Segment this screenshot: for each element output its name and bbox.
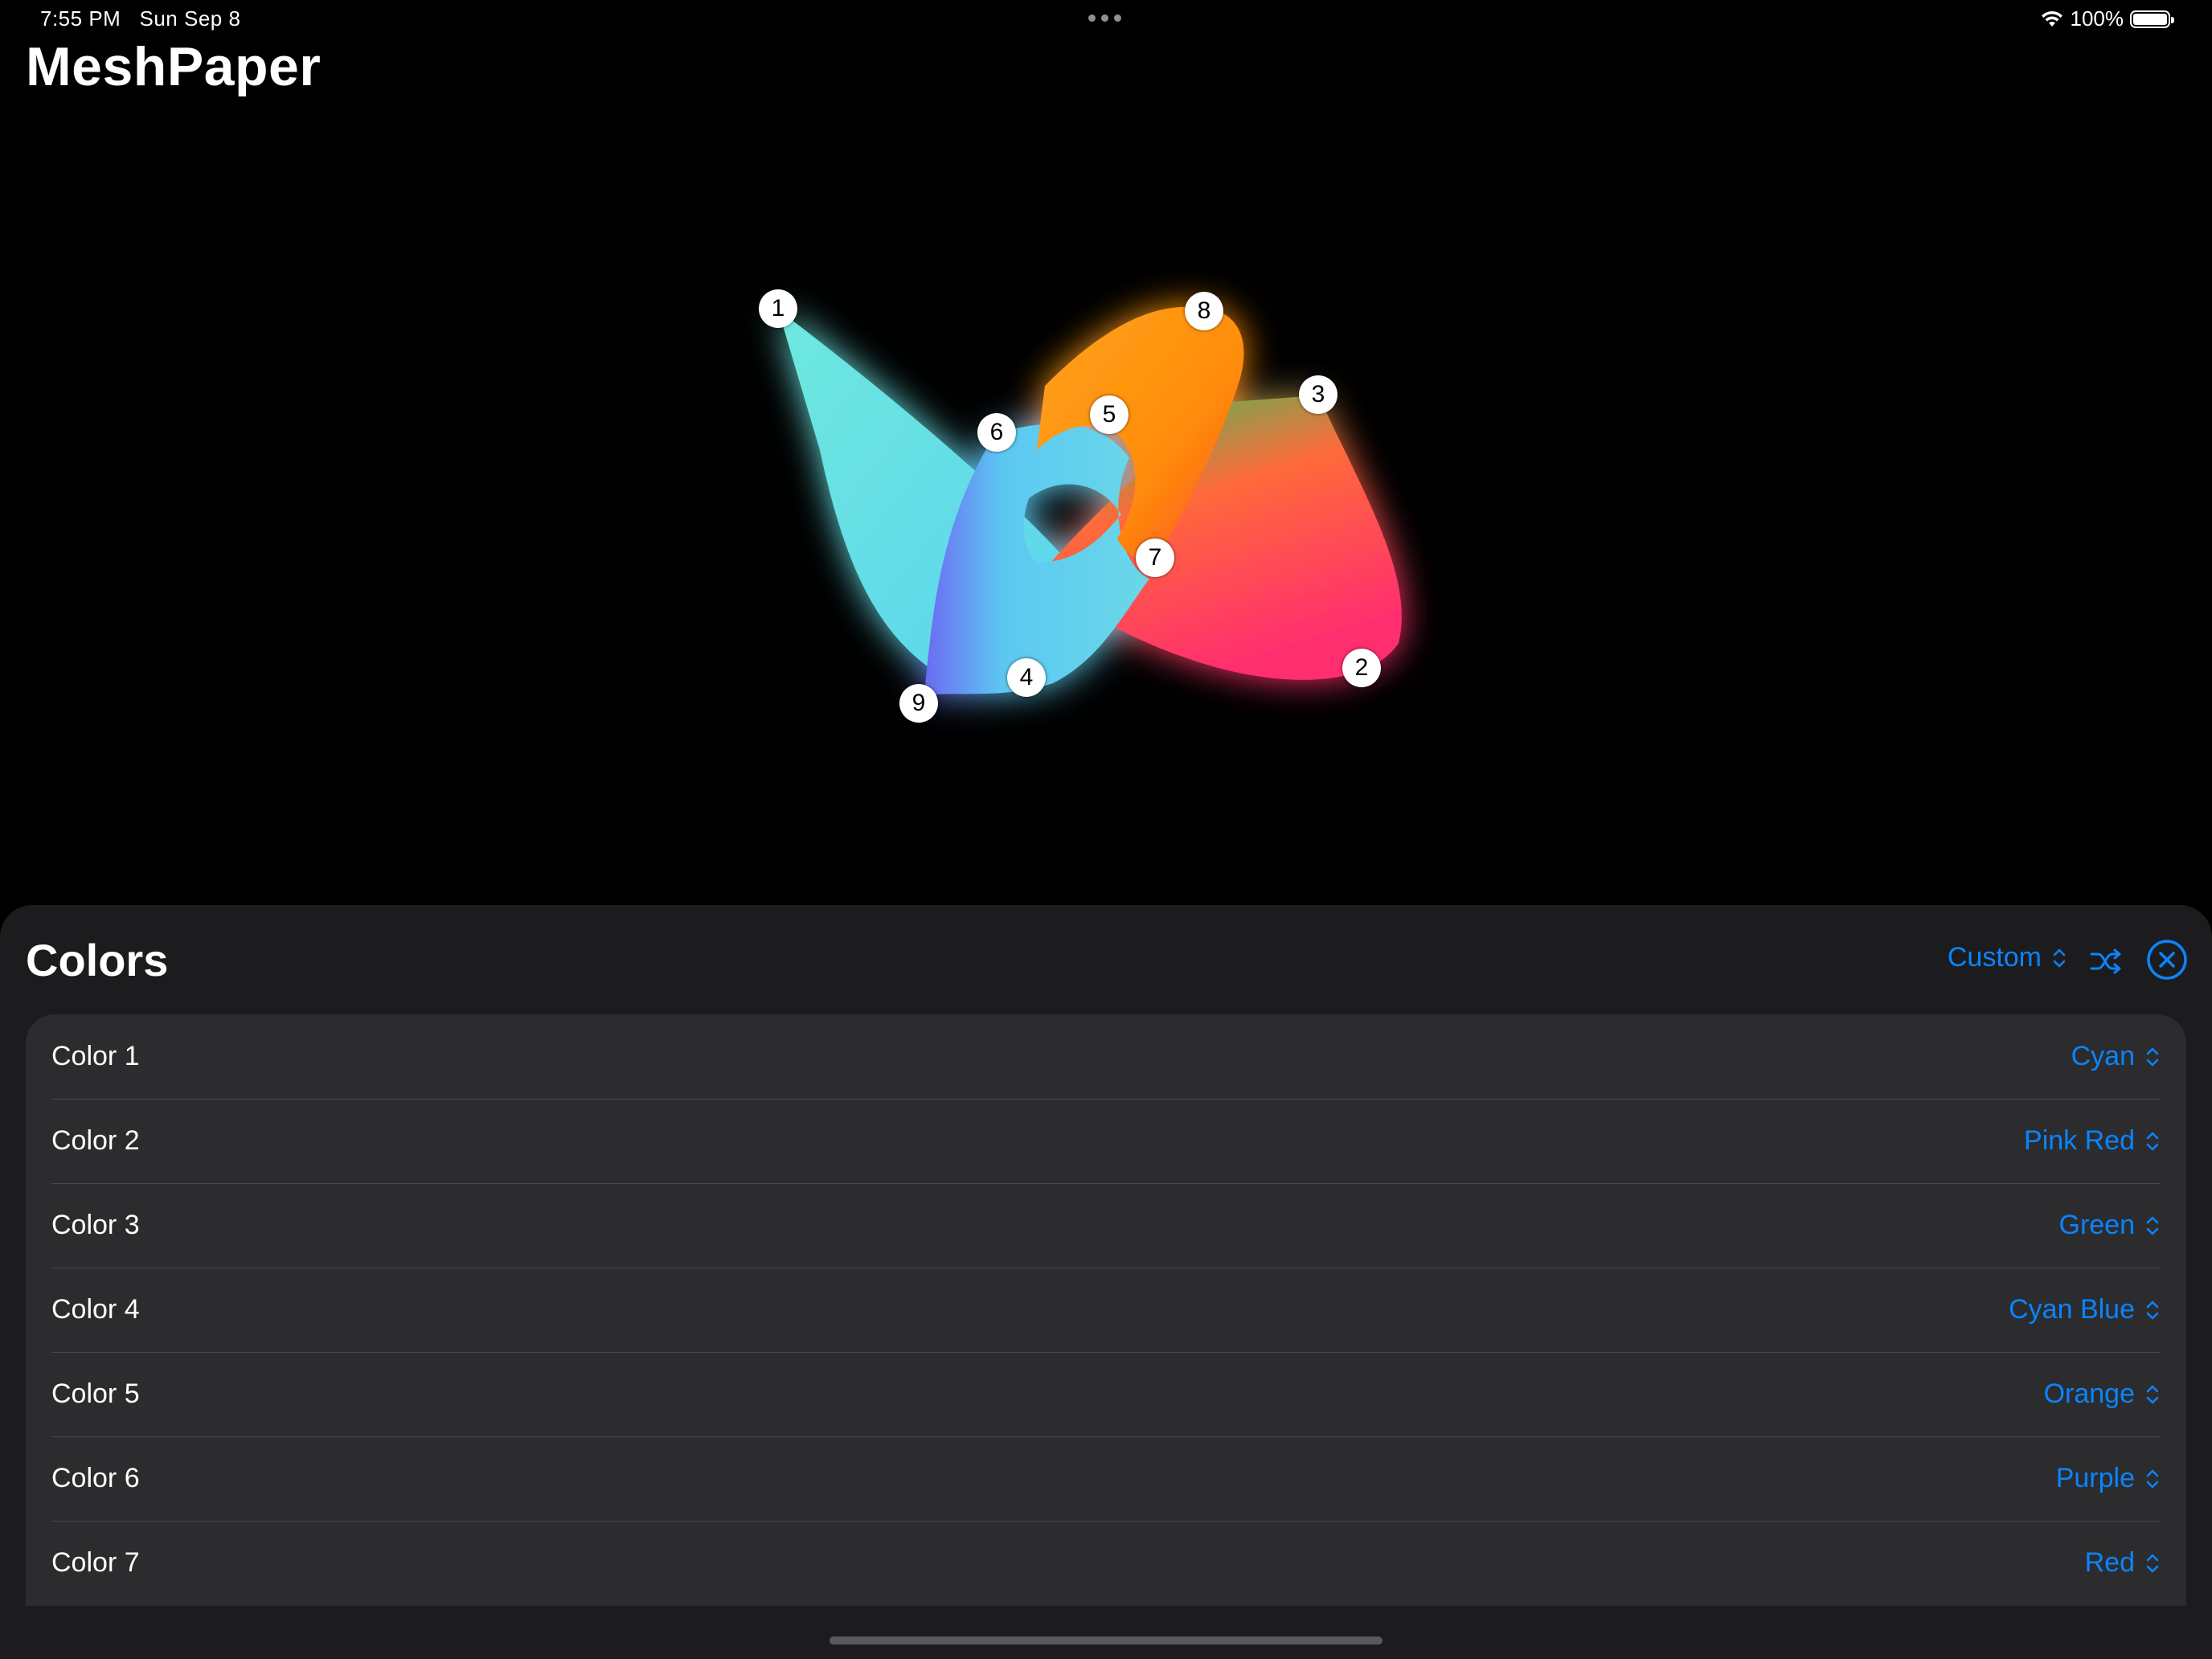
preset-value: Custom [1947,942,2042,973]
control-point-7[interactable]: 7 [1136,539,1174,577]
color-row-6[interactable]: Color 6 Purple [26,1436,2186,1521]
color-value: Green [2058,1210,2136,1240]
chevron-up-down-icon [2146,1132,2159,1150]
color-picker-3[interactable]: Green [2059,1210,2161,1241]
color-row-label: Color 3 [51,1210,140,1240]
color-picker-2[interactable]: Pink Red [2024,1125,2161,1157]
color-row-label: Color 7 [51,1547,140,1578]
chevron-up-down-icon [2146,1301,2159,1319]
colors-sheet: Colors Custom Color 1 Cyan Color 2 Pink … [0,905,2212,1659]
preset-picker[interactable]: Custom [1948,942,2067,973]
control-point-6[interactable]: 6 [977,413,1016,452]
color-row-label: Color 4 [51,1294,140,1325]
chevron-up-down-icon [2146,1469,2159,1488]
color-value: Cyan [2071,1041,2135,1071]
color-row-label: Color 5 [51,1378,140,1409]
shuffle-icon[interactable] [2088,945,2124,977]
sheet-title: Colors [26,935,169,985]
control-point-1[interactable]: 1 [759,289,797,328]
color-row-7[interactable]: Color 7 Red [26,1521,2186,1605]
color-list: Color 1 Cyan Color 2 Pink Red Color 3 Gr… [26,1014,2186,1606]
color-value: Pink Red [2024,1125,2135,1156]
color-value: Orange [2043,1378,2135,1409]
mesh-gradient-canvas[interactable] [0,0,2212,908]
close-icon[interactable] [2146,939,2188,981]
control-point-9[interactable]: 9 [899,684,938,723]
color-row-1[interactable]: Color 1 Cyan [26,1014,2186,1099]
color-picker-1[interactable]: Cyan [2071,1041,2161,1072]
color-row-2[interactable]: Color 2 Pink Red [26,1099,2186,1183]
color-row-4[interactable]: Color 4 Cyan Blue [26,1268,2186,1352]
chevron-up-down-icon [2146,1047,2159,1066]
color-row-3[interactable]: Color 3 Green [26,1183,2186,1268]
chevron-up-down-icon [2053,948,2066,967]
control-point-2[interactable]: 2 [1342,649,1381,687]
color-value: Cyan Blue [2009,1294,2135,1325]
control-point-5[interactable]: 5 [1090,395,1129,434]
color-picker-5[interactable]: Orange [2044,1378,2161,1410]
home-indicator[interactable] [830,1636,1382,1645]
control-point-8[interactable]: 8 [1185,292,1223,330]
color-value: Purple [2055,1463,2135,1493]
color-row-5[interactable]: Color 5 Orange [26,1352,2186,1436]
control-point-4[interactable]: 4 [1007,658,1046,697]
control-point-3[interactable]: 3 [1299,375,1337,414]
chevron-up-down-icon [2146,1216,2159,1235]
color-row-label: Color 6 [51,1463,140,1493]
color-picker-4[interactable]: Cyan Blue [2009,1294,2161,1325]
color-value: Red [2084,1547,2135,1578]
color-row-label: Color 2 [51,1125,140,1156]
chevron-up-down-icon [2146,1554,2159,1572]
color-picker-6[interactable]: Purple [2056,1463,2161,1494]
color-picker-7[interactable]: Red [2085,1547,2161,1579]
chevron-up-down-icon [2146,1385,2159,1403]
color-row-label: Color 1 [51,1041,140,1071]
